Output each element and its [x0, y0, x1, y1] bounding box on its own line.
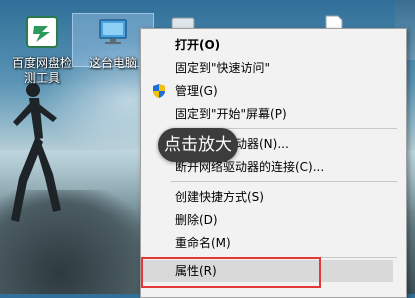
desktop-icon-label: 百度网盘检	[11, 56, 72, 70]
menu-separator	[171, 181, 397, 182]
menu-item-pin-quick-access[interactable]: 固定到"快速访问"	[143, 57, 393, 79]
baidu-netdisk-app-icon	[26, 16, 58, 48]
uac-shield-icon	[153, 84, 165, 98]
menu-item-label: 管理(G)	[175, 84, 218, 98]
desktop-icon-baidu-netdisk[interactable]: 百度网盘检 测工具	[2, 14, 82, 86]
menu-item-create-shortcut[interactable]: 创建快捷方式(S)	[143, 186, 393, 208]
menu-item-rename[interactable]: 重命名(M)	[143, 232, 393, 254]
menu-item-pin-start[interactable]: 固定到"开始"屏幕(P)	[143, 103, 393, 125]
zoom-tooltip[interactable]: 点击放大	[158, 128, 238, 162]
desktop-icon-label-line2: 测工具	[23, 71, 60, 85]
wallpaper-runner-silhouette	[11, 83, 61, 222]
highlight-box	[141, 257, 321, 288]
menu-item-open[interactable]: 打开(O)	[143, 34, 393, 56]
this-pc-monitor-icon	[99, 19, 127, 44]
menu-item-manage[interactable]: 管理(G)	[143, 80, 393, 102]
menu-item-delete[interactable]: 删除(D)	[143, 209, 393, 231]
